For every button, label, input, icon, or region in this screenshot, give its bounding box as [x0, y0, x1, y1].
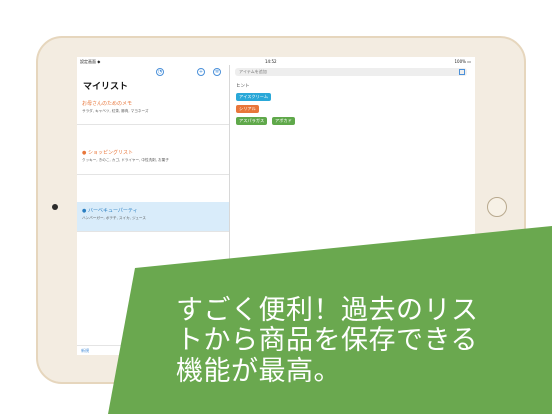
caption-line-3: 機能が最高。	[176, 356, 341, 387]
quote-mark: “	[128, 234, 151, 285]
